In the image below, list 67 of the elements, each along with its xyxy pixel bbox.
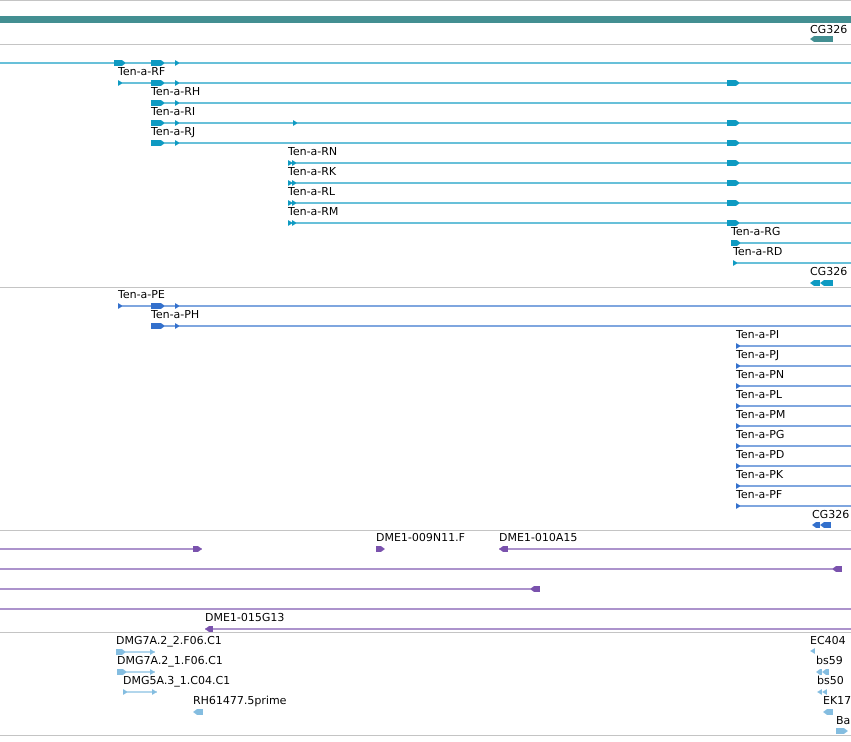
transcript-drawing[interactable] [288, 159, 851, 167]
transcript-drawing[interactable] [151, 139, 851, 147]
transcript-drawing[interactable] [736, 382, 851, 390]
transcript-drawing[interactable] [736, 442, 851, 450]
transcript-drawing[interactable] [288, 219, 851, 227]
transcript-drawing[interactable] [810, 35, 833, 43]
feature-label: Ten-a-RG [731, 225, 780, 238]
feature-label: EC404 [810, 634, 846, 647]
feature-label: Ten-a-PE [118, 288, 165, 301]
feature-label: CG326 [810, 23, 848, 36]
transcript-drawing[interactable] [736, 462, 851, 470]
transcript-drawing[interactable] [810, 279, 833, 287]
feature-label: Ten-a-RF [118, 65, 166, 78]
feature-label: Ten-a-RM [288, 205, 338, 218]
transcript-drawing[interactable] [733, 259, 851, 267]
feature-label: DME1-009N11.F [376, 531, 465, 544]
transcript-drawing[interactable] [736, 422, 851, 430]
transcript-drawing[interactable] [205, 625, 851, 633]
transcript-drawing[interactable] [736, 342, 851, 350]
feature-label: Ten-a-RI [151, 105, 196, 118]
transcript-drawing[interactable] [288, 179, 851, 187]
feature-label: DMG5A.3_1.C04.C1 [123, 674, 230, 687]
transcript-drawing[interactable] [0, 59, 851, 67]
transcript-drawing[interactable] [736, 362, 851, 370]
feature-label: DMG7A.2_1.F06.C1 [117, 654, 223, 667]
feature-label: Ten-a-PF [736, 488, 782, 501]
transcript-drawing[interactable] [376, 545, 385, 553]
feature-label: bs59 [816, 654, 843, 667]
feature-label: Ten-a-PJ [736, 348, 780, 361]
transcript-drawing[interactable] [0, 565, 842, 573]
feature-label: bs50 [817, 674, 844, 687]
transcript-drawing[interactable] [0, 585, 540, 593]
feature-label: Ten-a-RN [288, 145, 338, 158]
transcript-drawing[interactable] [0, 545, 202, 553]
transcript-drawing[interactable] [499, 545, 851, 553]
feature-label: CG326 [812, 508, 850, 521]
feature-label: Ten-a-RD [733, 245, 782, 258]
feature-label: Ten-a-RJ [151, 125, 196, 138]
transcript-drawing[interactable] [118, 302, 851, 310]
transcript-drawing[interactable] [288, 199, 851, 207]
transcript-drawing[interactable] [812, 521, 831, 529]
feature-label: Ten-a-PK [736, 468, 784, 481]
transcript-drawing[interactable] [736, 482, 851, 490]
transcript-drawing[interactable] [151, 322, 851, 330]
feature-label: Ten-a-PN [736, 368, 784, 381]
feature-label: Ba [836, 714, 850, 727]
feature-label: CG326 [810, 265, 848, 278]
feature-label: Ten-a-RK [288, 165, 336, 178]
feature-label: Ten-a-PG [736, 428, 784, 441]
transcript-drawing[interactable] [151, 119, 851, 127]
feature-label: EK17 [823, 694, 851, 707]
feature-label: Ten-a-PI [736, 328, 780, 341]
feature-label: DMG7A.2_2.F06.C1 [116, 634, 222, 647]
transcript-drawing[interactable] [151, 99, 851, 107]
transcript-drawing[interactable] [736, 502, 851, 510]
transcript-drawing[interactable] [736, 402, 851, 410]
feature-label: DME1-015G13 [205, 611, 284, 624]
feature-label: Ten-a-RH [151, 85, 200, 98]
feature-label: Ten-a-RL [288, 185, 336, 198]
feature-label: DME1-010A15 [499, 531, 578, 544]
feature-label: RH61477.5prime [193, 694, 286, 707]
transcript-drawing[interactable] [731, 239, 851, 247]
feature-label: Ten-a-PL [736, 388, 782, 401]
feature-label: Ten-a-PD [736, 448, 784, 461]
feature-label: Ten-a-PH [151, 308, 200, 321]
transcript-drawing[interactable] [118, 79, 851, 87]
feature-label: Ten-a-PM [736, 408, 786, 421]
